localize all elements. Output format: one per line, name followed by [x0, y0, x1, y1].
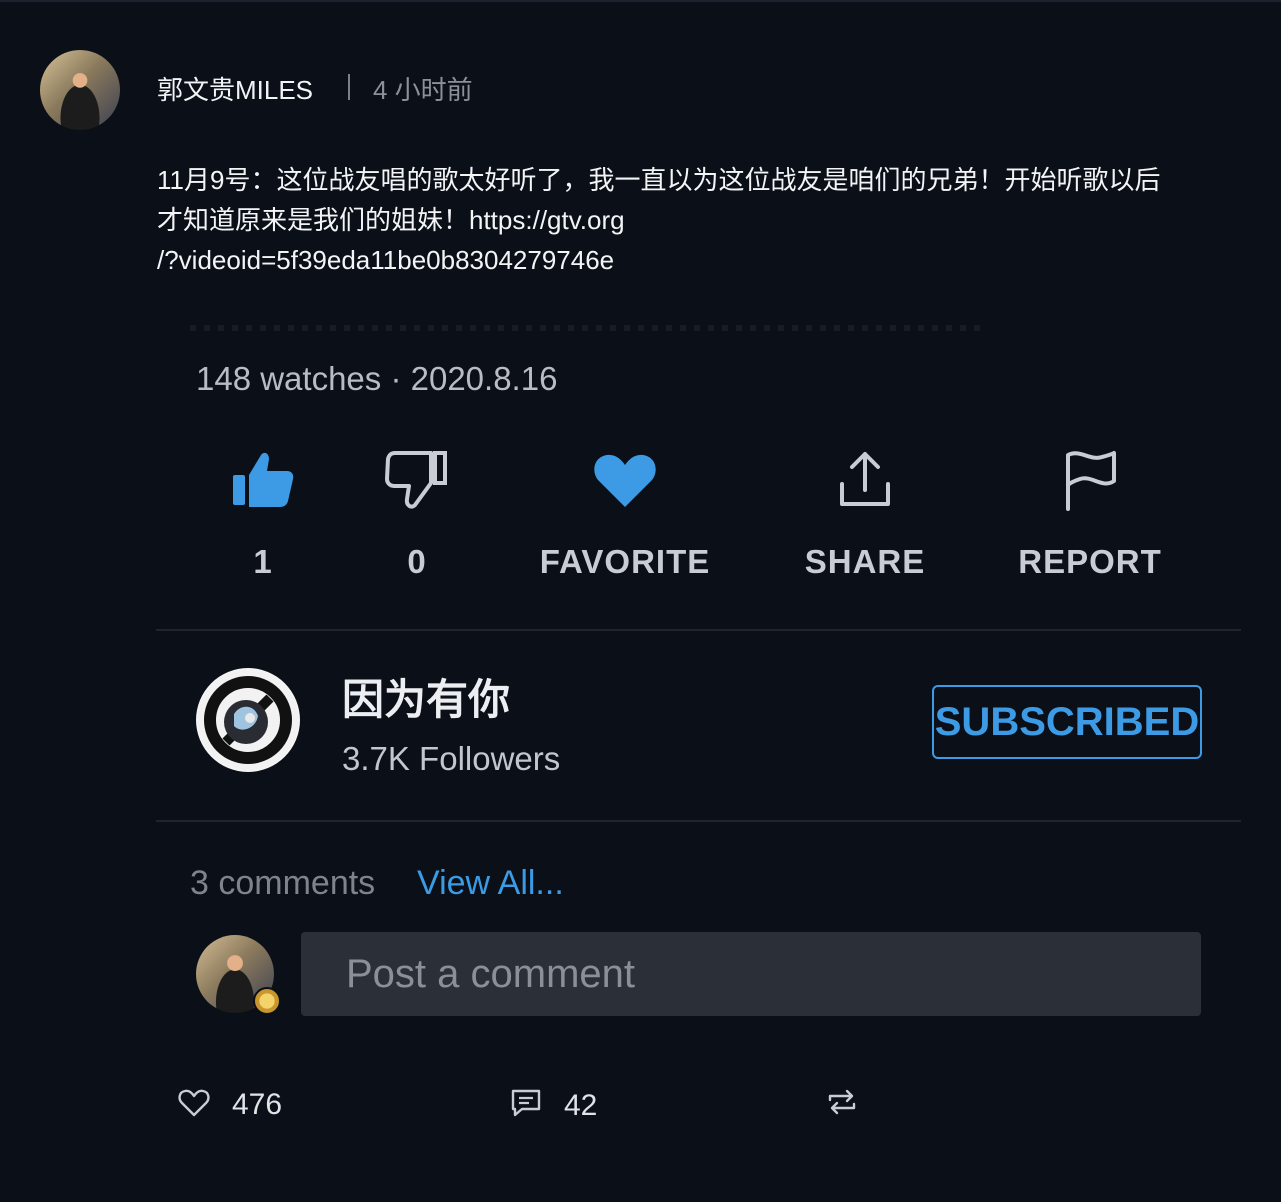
- post-text-line[interactable]: /?videoid=5f39eda11be0b8304279746e: [157, 240, 1257, 280]
- report-button[interactable]: REPORT: [1000, 445, 1180, 581]
- favorite-button[interactable]: FAVORITE: [535, 445, 715, 581]
- favorite-label: FAVORITE: [539, 543, 711, 580]
- channel-avatar[interactable]: [196, 668, 300, 772]
- comment-count-total: 42: [564, 1088, 598, 1122]
- comment-input[interactable]: [301, 932, 1201, 1016]
- like-count-total: 476: [232, 1088, 283, 1121]
- like-button[interactable]: 1: [173, 445, 353, 581]
- dislike-button[interactable]: 0: [327, 445, 507, 581]
- medal-badge-icon: [253, 987, 281, 1015]
- heart-outline-icon: [178, 1089, 210, 1122]
- author-name[interactable]: 郭文贵MILES: [157, 70, 313, 107]
- top-border: [0, 0, 1281, 2]
- divider: [156, 629, 1241, 631]
- comment-stat[interactable]: 42: [510, 1088, 597, 1123]
- like-count: 1: [253, 543, 273, 580]
- post-text-line: 11月9号：这位战友唱的歌太好听了，我一直以为这位战友是咱们的兄弟！开始听歌以后: [157, 165, 1161, 195]
- comment-icon: [510, 1088, 542, 1123]
- flag-icon: [1000, 445, 1180, 515]
- repost-button[interactable]: [826, 1088, 858, 1121]
- author-avatar[interactable]: [40, 50, 120, 130]
- thumbs-down-icon: [327, 445, 507, 515]
- channel-followers: 3.7K Followers: [342, 740, 561, 777]
- view-all-comments-link[interactable]: View All...: [417, 864, 564, 903]
- share-upload-icon: [775, 445, 955, 515]
- channel-name[interactable]: 因为有你: [342, 666, 510, 727]
- thumbs-up-icon: [173, 445, 353, 515]
- divider: [156, 820, 1241, 822]
- comments-count: 3 comments: [190, 864, 376, 902]
- heart-icon: [535, 445, 715, 515]
- header-separator: [348, 74, 350, 100]
- faded-title-row: [190, 325, 980, 331]
- like-stat[interactable]: 476: [178, 1088, 282, 1122]
- post-text-line[interactable]: 才知道原来是我们的姐妹！https://gtv.org: [157, 200, 1257, 240]
- watch-count-date: 148 watches · 2020.8.16: [196, 360, 558, 397]
- post-time: 4 小时前: [373, 75, 473, 105]
- repost-icon: [826, 1088, 858, 1121]
- report-label: REPORT: [1018, 543, 1162, 580]
- subscribed-button[interactable]: SUBSCRIBED: [932, 685, 1202, 759]
- post-text: 11月9号：这位战友唱的歌太好听了，我一直以为这位战友是咱们的兄弟！开始听歌以后…: [157, 160, 1257, 280]
- share-label: SHARE: [804, 543, 926, 580]
- share-button[interactable]: SHARE: [775, 445, 955, 581]
- dislike-count: 0: [407, 543, 427, 580]
